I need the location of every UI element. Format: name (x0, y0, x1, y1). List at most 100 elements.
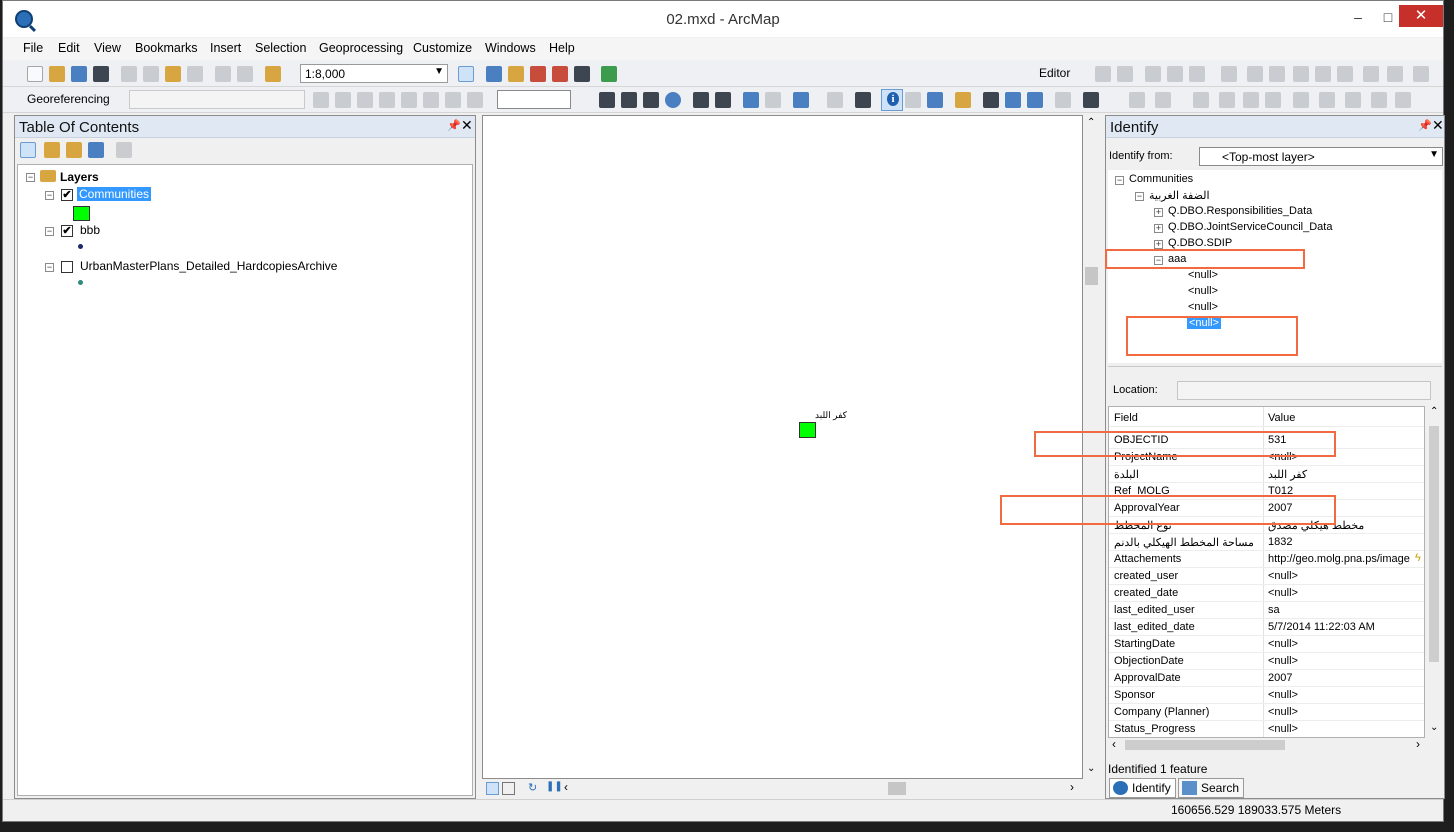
scroll-right-icon[interactable]: › (1416, 737, 1420, 751)
error-inspector-icon[interactable] (1345, 92, 1361, 108)
close-window-button[interactable]: ✕ (1399, 5, 1443, 27)
add-control-points-icon[interactable] (379, 92, 395, 108)
table-row[interactable]: ApprovalDate 2007 (1109, 670, 1424, 687)
layer-checkbox-communities[interactable]: ✔ (61, 189, 73, 201)
arctoolbox-icon[interactable] (552, 66, 568, 82)
expand-icon[interactable]: + (1154, 224, 1163, 233)
cut-polygons-icon[interactable] (1293, 66, 1309, 82)
python-window-icon[interactable] (574, 66, 590, 82)
tree-relation-responsibilities[interactable]: Q.DBO.Responsibilities_Data (1168, 205, 1312, 217)
maximize-button[interactable]: □ (1374, 7, 1402, 27)
editor-menu[interactable]: Editor (1039, 66, 1070, 80)
tree-feature[interactable]: الضفة الغربية (1149, 189, 1210, 202)
list-by-selection-icon[interactable] (88, 142, 104, 158)
transformation-icon[interactable] (445, 92, 461, 108)
communities-symbol[interactable] (73, 206, 90, 221)
go-to-xy-icon[interactable] (1027, 92, 1043, 108)
table-row[interactable]: Company (Planner) <null> (1109, 704, 1424, 721)
table-row[interactable]: Status_Progress <null> (1109, 721, 1424, 737)
open-folder-icon[interactable] (49, 66, 65, 82)
chevron-down-icon[interactable]: ▼ (434, 66, 444, 77)
zoom-out-icon[interactable] (621, 92, 637, 108)
pan-icon[interactable] (643, 92, 659, 108)
georef-text-field[interactable] (497, 90, 571, 109)
map-topology-icon[interactable] (1155, 92, 1171, 108)
fixed-zoom-out-icon[interactable] (715, 92, 731, 108)
straight-segment-icon[interactable] (1145, 66, 1161, 82)
tree-null-item[interactable]: <null> (1188, 301, 1218, 313)
split-icon[interactable] (1315, 66, 1331, 82)
column-header-field[interactable]: Field (1114, 412, 1264, 424)
topology-edit-icon[interactable] (1193, 92, 1209, 108)
fixed-zoom-in-icon[interactable] (693, 92, 709, 108)
tab-identify[interactable]: Identify (1109, 778, 1176, 798)
table-row[interactable]: created_user <null> (1109, 568, 1424, 585)
scroll-thumb[interactable] (1125, 740, 1285, 750)
table-row[interactable]: مساحة المخطط الهيكلي بالدنم 1832 (1109, 534, 1424, 551)
identify-tool-icon[interactable] (881, 89, 903, 111)
menu-view[interactable]: View (94, 41, 121, 55)
zoom-in-icon[interactable] (599, 92, 615, 108)
urbanmasterplans-point-symbol[interactable] (78, 280, 83, 285)
collapse-icon[interactable]: − (1135, 192, 1144, 201)
table-row[interactable]: Attachements http://geo.molg.pna.ps/image… (1109, 551, 1424, 568)
fix-topology-icon[interactable] (1319, 92, 1335, 108)
add-data-icon[interactable] (265, 66, 281, 82)
menu-customize[interactable]: Customize (413, 41, 472, 55)
rotate-icon[interactable] (467, 92, 483, 108)
create-features-icon[interactable] (1413, 66, 1429, 82)
tree-relation-jointservicecouncil[interactable]: Q.DBO.JointServiceCouncil_Data (1168, 221, 1332, 233)
tree-communities[interactable]: Communities (1129, 173, 1193, 185)
list-by-visibility-icon[interactable] (66, 142, 82, 158)
back-arrow-icon[interactable] (743, 92, 759, 108)
sketch-properties-icon[interactable] (1387, 66, 1403, 82)
validate-topology-icon[interactable] (1293, 92, 1309, 108)
table-row[interactable]: البلدة كفر اللبد (1109, 466, 1424, 483)
collapse-layer-icon[interactable]: − (45, 191, 54, 200)
table-row[interactable]: last_edited_user sa (1109, 602, 1424, 619)
point-icon[interactable] (1221, 66, 1237, 82)
full-extent-icon[interactable] (665, 92, 681, 108)
reshape-icon[interactable] (1269, 66, 1285, 82)
expand-icon[interactable]: + (1154, 240, 1163, 249)
scroll-up-icon[interactable]: ⌃ (1430, 406, 1438, 417)
edit-annotation-icon[interactable] (1117, 66, 1133, 82)
layer-label-urbanmasterplans[interactable]: UrbanMasterPlans_Detailed_HardcopiesArch… (80, 259, 337, 273)
table-row[interactable]: ObjectionDate <null> (1109, 653, 1424, 670)
catalog-window-icon[interactable] (508, 66, 524, 82)
location-field[interactable] (1177, 381, 1431, 400)
scroll-left-icon[interactable]: ‹ (564, 780, 568, 794)
scroll-thumb[interactable] (1429, 426, 1439, 662)
close-icon[interactable]: ✕ (461, 117, 473, 134)
delete-icon[interactable] (187, 66, 203, 82)
scroll-right-icon[interactable]: › (1070, 780, 1074, 794)
endpoint-arc-icon[interactable] (1167, 66, 1183, 82)
chevron-down-icon[interactable]: ▼ (1429, 149, 1439, 160)
table-row[interactable]: StartingDate <null> (1109, 636, 1424, 653)
topology-options-icon[interactable] (1395, 92, 1411, 108)
paste-icon[interactable] (165, 66, 181, 82)
editor-toolbar-icon[interactable] (458, 66, 474, 82)
menu-windows[interactable]: Windows (485, 41, 536, 55)
generalize-icon[interactable] (1265, 92, 1281, 108)
table-horizontal-scrollbar[interactable]: ‹ › (1108, 737, 1442, 752)
scroll-up-icon[interactable]: ⌃ (1087, 117, 1095, 128)
select-elements-icon[interactable] (855, 92, 871, 108)
shift-raster-icon[interactable] (335, 92, 351, 108)
list-by-source-icon[interactable] (44, 142, 60, 158)
splitter[interactable] (1108, 366, 1442, 367)
layout-view-icon[interactable] (502, 782, 515, 795)
cut-icon[interactable] (121, 66, 137, 82)
new-document-icon[interactable] (27, 66, 43, 82)
scroll-down-icon[interactable]: ⌄ (1430, 722, 1438, 733)
menu-edit[interactable]: Edit (58, 41, 80, 55)
collapse-layers-icon[interactable]: − (26, 173, 35, 182)
georeferencing-menu[interactable]: Georeferencing (27, 92, 110, 106)
tree-null-item[interactable]: <null> (1188, 269, 1218, 281)
layer-label-communities[interactable]: Communities (77, 187, 152, 201)
collapse-icon[interactable]: − (1115, 176, 1124, 185)
hyperlink-icon[interactable] (905, 92, 921, 108)
toc-window-icon[interactable] (486, 66, 502, 82)
pin-icon[interactable]: 📌 (447, 119, 461, 132)
edit-tool-icon[interactable] (1095, 66, 1111, 82)
